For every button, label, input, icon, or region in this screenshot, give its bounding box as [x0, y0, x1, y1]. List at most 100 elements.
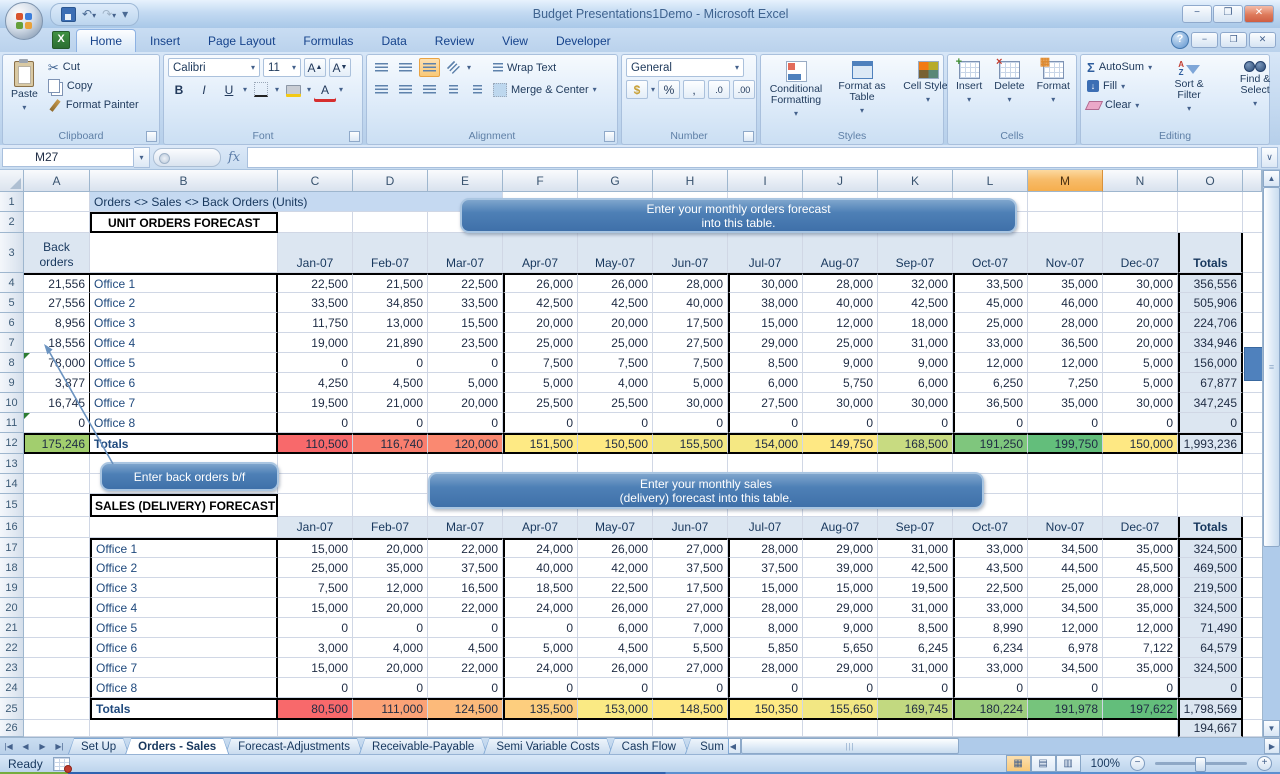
- cell-G5[interactable]: 42,500: [578, 293, 653, 313]
- cell-F9[interactable]: 5,000: [503, 373, 578, 393]
- cell-H22[interactable]: 5,500: [653, 638, 728, 658]
- cell-O11[interactable]: 0: [1178, 413, 1243, 433]
- comma-style-button[interactable]: ,: [683, 80, 706, 99]
- cell-L3[interactable]: Oct-07: [953, 233, 1028, 273]
- decrease-decimal-button[interactable]: .00: [733, 80, 756, 99]
- cell-A16[interactable]: [24, 517, 90, 538]
- cell-A10[interactable]: 16,745: [24, 393, 90, 413]
- ribbon-tab-developer[interactable]: Developer: [542, 29, 625, 52]
- cell-L25[interactable]: 180,224: [953, 698, 1028, 720]
- last-sheet-icon[interactable]: ▶|: [51, 738, 68, 754]
- row-header-16[interactable]: 16: [0, 517, 24, 538]
- decrease-indent-button[interactable]: [443, 80, 464, 99]
- cell-N19[interactable]: 28,000: [1103, 578, 1178, 598]
- cell-I7[interactable]: 29,000: [728, 333, 803, 353]
- cell-D15[interactable]: [353, 494, 428, 517]
- cell-L21[interactable]: 8,990: [953, 618, 1028, 638]
- cell-B23[interactable]: Office 7: [90, 658, 278, 678]
- vertical-scrollbar-thumb[interactable]: ≡: [1263, 187, 1280, 547]
- cell-C12[interactable]: 110,500: [278, 433, 353, 454]
- cell-B3[interactable]: [90, 233, 278, 273]
- cell-C11[interactable]: 0: [278, 413, 353, 433]
- cell-O10[interactable]: 347,245: [1178, 393, 1243, 413]
- cell-N25[interactable]: 197,622: [1103, 698, 1178, 720]
- cell-I24[interactable]: 0: [728, 678, 803, 698]
- cell-O13[interactable]: [1178, 454, 1243, 474]
- cell-N17[interactable]: 35,000: [1103, 538, 1178, 558]
- ribbon-tab-formulas[interactable]: Formulas: [289, 29, 367, 52]
- row-header-26[interactable]: 26: [0, 720, 24, 737]
- cell-C10[interactable]: 19,500: [278, 393, 353, 413]
- row-header-20[interactable]: 20: [0, 598, 24, 618]
- cell-B9[interactable]: Office 6: [90, 373, 278, 393]
- cell-N5[interactable]: 40,000: [1103, 293, 1178, 313]
- cell-G4[interactable]: 26,000: [578, 273, 653, 293]
- cell-N13[interactable]: [1103, 454, 1178, 474]
- col-header-L[interactable]: L: [953, 170, 1028, 192]
- cell-I9[interactable]: 6,000: [728, 373, 803, 393]
- cell-E5[interactable]: 33,500: [428, 293, 503, 313]
- row-header-25[interactable]: 25: [0, 698, 24, 720]
- cell-M24[interactable]: 0: [1028, 678, 1103, 698]
- cell-B17[interactable]: Office 1: [90, 538, 278, 558]
- zoom-out-icon[interactable]: −: [1130, 756, 1145, 771]
- font-size-select[interactable]: 11 ▾: [263, 58, 301, 77]
- page-break-view-button[interactable]: ▥: [1055, 755, 1081, 772]
- cell-K4[interactable]: 32,000: [878, 273, 953, 293]
- cell-I21[interactable]: 8,000: [728, 618, 803, 638]
- sheet-tab-set-up[interactable]: Set Up: [68, 738, 129, 754]
- cell-F25[interactable]: 135,500: [503, 698, 578, 720]
- cell-D23[interactable]: 20,000: [353, 658, 428, 678]
- sort-filter-button[interactable]: AZ Sort & Filter ▾: [1158, 58, 1220, 117]
- cell-N12[interactable]: 150,000: [1103, 433, 1178, 454]
- cell-O26[interactable]: 194,667: [1178, 720, 1243, 737]
- cell-C6[interactable]: 11,750: [278, 313, 353, 333]
- bold-button[interactable]: B: [168, 80, 190, 99]
- cell-O3[interactable]: Totals: [1178, 233, 1243, 273]
- row-header-10[interactable]: 10: [0, 393, 24, 413]
- cell-E18[interactable]: 37,500: [428, 558, 503, 578]
- cell-F24[interactable]: 0: [503, 678, 578, 698]
- cell-O17[interactable]: 324,500: [1178, 538, 1243, 558]
- cell-H21[interactable]: 7,000: [653, 618, 728, 638]
- cell-A20[interactable]: [24, 598, 90, 618]
- cell-A19[interactable]: [24, 578, 90, 598]
- cell-N14[interactable]: [1103, 474, 1178, 494]
- cell-A3[interactable]: Back orders: [24, 233, 90, 273]
- cell-D18[interactable]: 35,000: [353, 558, 428, 578]
- font-family-select[interactable]: Calibri ▾: [168, 58, 260, 77]
- insert-function-area[interactable]: [153, 147, 221, 167]
- cell-L22[interactable]: 6,234: [953, 638, 1028, 658]
- cell-I3[interactable]: Jul-07: [728, 233, 803, 273]
- cell-K9[interactable]: 6,000: [878, 373, 953, 393]
- cell-O2[interactable]: [1178, 212, 1243, 233]
- cell-J25[interactable]: 155,650: [803, 698, 878, 720]
- cell-F17[interactable]: 24,000: [503, 538, 578, 558]
- cell-G8[interactable]: 7,500: [578, 353, 653, 373]
- row-header-3[interactable]: 3: [0, 233, 24, 273]
- cell-K13[interactable]: [878, 454, 953, 474]
- cell-B10[interactable]: Office 7: [90, 393, 278, 413]
- cell-O22[interactable]: 64,579: [1178, 638, 1243, 658]
- cell-C15[interactable]: [278, 494, 353, 517]
- workbook-close-button[interactable]: ✕: [1249, 32, 1276, 48]
- cell-A11[interactable]: 0: [24, 413, 90, 433]
- shrink-font-button[interactable]: A ▼: [329, 58, 351, 77]
- cell-A5[interactable]: 27,556: [24, 293, 90, 313]
- col-header-F[interactable]: F: [503, 170, 578, 192]
- cell-N21[interactable]: 12,000: [1103, 618, 1178, 638]
- cell-L18[interactable]: 43,500: [953, 558, 1028, 578]
- row-header-13[interactable]: 13: [0, 454, 24, 474]
- insert-function-icon[interactable]: fx: [224, 150, 244, 165]
- undo-button[interactable]: ↶▾: [82, 7, 96, 21]
- sales-forecast-callout[interactable]: Enter your monthly sales (delivery) fore…: [428, 472, 984, 509]
- cell-D5[interactable]: 34,850: [353, 293, 428, 313]
- cell-K20[interactable]: 31,000: [878, 598, 953, 618]
- redo-button[interactable]: ↷▾: [102, 7, 116, 21]
- cell-O14[interactable]: [1178, 474, 1243, 494]
- cell-F8[interactable]: 7,500: [503, 353, 578, 373]
- cell-L19[interactable]: 22,500: [953, 578, 1028, 598]
- cell-B25[interactable]: Totals: [90, 698, 278, 720]
- cell-N26[interactable]: [1103, 720, 1178, 737]
- cell-I23[interactable]: 28,000: [728, 658, 803, 678]
